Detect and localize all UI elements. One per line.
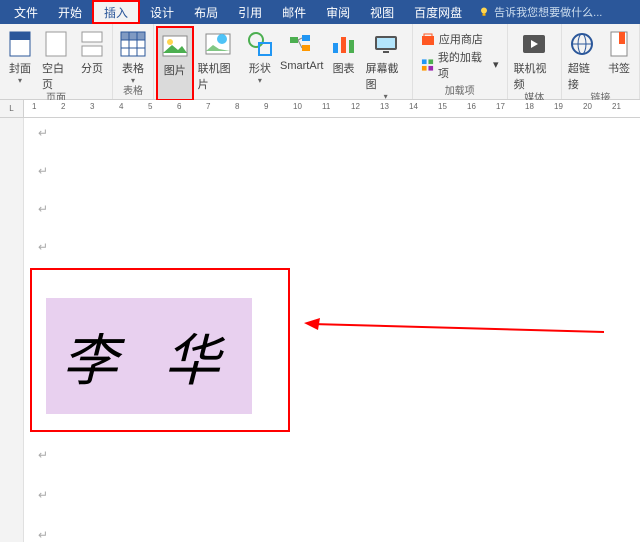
- ruler-tick: 12: [351, 102, 360, 111]
- ruler-tick: 7: [206, 102, 210, 111]
- hyperlink-icon: [568, 30, 596, 58]
- bookmark-icon: [605, 30, 633, 58]
- chart-icon: [330, 30, 358, 58]
- ruler-horizontal: L 123456789101112131415161718192021: [0, 100, 640, 118]
- menu-review[interactable]: 审阅: [316, 0, 360, 24]
- dropdown-caret-icon: ▾: [493, 58, 499, 71]
- dropdown-caret-icon: ▾: [131, 76, 135, 85]
- lightbulb-icon: [478, 6, 490, 18]
- group-label-addins: 加载项: [445, 85, 475, 99]
- ruler-tick: 15: [438, 102, 447, 111]
- picture-icon: [161, 32, 189, 60]
- paragraph-mark: ↵: [38, 240, 626, 254]
- document-page[interactable]: ↵ ↵ ↵ ↵ ↵ ↵ ↵ 李 华: [24, 118, 640, 542]
- online-video-button[interactable]: 联机视频: [510, 26, 559, 92]
- addins-icon: [421, 58, 434, 72]
- table-button[interactable]: 表格▾: [115, 26, 151, 85]
- menu-design[interactable]: 设计: [140, 0, 184, 24]
- ribbon: 封面▾ 空白页 分页 页面 表格▾ 表格 图片: [0, 24, 640, 100]
- ruler-tick: 11: [322, 102, 330, 111]
- menu-baidu[interactable]: 百度网盘: [404, 0, 472, 24]
- group-media: 联机视频 媒体: [508, 24, 562, 99]
- menu-bar: 文件 开始 插入 设计 布局 引用 邮件 审阅 视图 百度网盘 告诉我您想要做什…: [0, 0, 640, 24]
- group-tables: 表格▾ 表格: [113, 24, 154, 99]
- store-icon: [421, 32, 435, 46]
- my-addins-button[interactable]: 我的加载项 ▾: [421, 49, 499, 81]
- ruler-tick: 5: [148, 102, 152, 111]
- dropdown-caret-icon: ▾: [258, 76, 262, 85]
- hyperlink-button[interactable]: 超链接: [564, 26, 601, 92]
- paragraph-mark: ↵: [38, 528, 48, 542]
- group-links: 超链接 书签 链接: [562, 24, 640, 99]
- online-picture-icon: [204, 30, 232, 58]
- table-icon: [119, 30, 147, 58]
- ruler-tick: 8: [235, 102, 239, 111]
- document-area: ↵ ↵ ↵ ↵ ↵ ↵ ↵ 李 华: [0, 118, 640, 542]
- ruler-tick: 9: [264, 102, 268, 111]
- ruler-vertical: [0, 118, 24, 542]
- menu-home[interactable]: 开始: [48, 0, 92, 24]
- ruler-tick: 1: [32, 102, 36, 111]
- ruler-tick: 21: [612, 102, 621, 111]
- app-store-button[interactable]: 应用商店: [421, 31, 499, 47]
- signature-image[interactable]: 李 华: [46, 298, 252, 414]
- blank-page-button[interactable]: 空白页: [38, 26, 74, 92]
- paragraph-mark: ↵: [38, 448, 48, 462]
- ruler-tick: 4: [119, 102, 123, 111]
- online-picture-button[interactable]: 联机图片: [194, 26, 242, 101]
- inserted-image-highlight: 李 华: [30, 268, 290, 432]
- ruler-corner: L: [0, 100, 24, 117]
- annotation-arrow-icon: [304, 318, 604, 338]
- menu-insert[interactable]: 插入: [92, 0, 140, 24]
- menu-file[interactable]: 文件: [4, 0, 48, 24]
- paragraph-mark: ↵: [38, 202, 626, 216]
- ruler-tick: 2: [61, 102, 65, 111]
- page-break-icon: [78, 30, 106, 58]
- ruler-tick: 18: [525, 102, 534, 111]
- menu-view[interactable]: 视图: [360, 0, 404, 24]
- bookmark-button[interactable]: 书签: [601, 26, 637, 92]
- group-illustrations: 图片 联机图片 形状▾ SmartArt 图表 屏幕截图▾: [154, 24, 413, 99]
- ruler-tick: 10: [293, 102, 302, 111]
- smartart-icon: [288, 30, 316, 58]
- tell-me-text: 告诉我您想要做什么...: [494, 4, 602, 20]
- shapes-icon: [246, 30, 274, 58]
- paragraph-mark: ↵: [38, 126, 626, 140]
- cover-page-button[interactable]: 封面▾: [2, 26, 38, 92]
- video-icon: [520, 30, 548, 58]
- screenshot-icon: [372, 30, 400, 58]
- shapes-button[interactable]: 形状▾: [242, 26, 278, 101]
- menu-mail[interactable]: 邮件: [272, 0, 316, 24]
- ruler-tick: 13: [380, 102, 389, 111]
- ruler-tick: 17: [496, 102, 505, 111]
- ruler-tick: 14: [409, 102, 418, 111]
- dropdown-caret-icon: ▾: [18, 76, 22, 85]
- blank-page-icon: [42, 30, 70, 58]
- page-break-button[interactable]: 分页: [74, 26, 110, 92]
- cover-page-icon: [6, 30, 34, 58]
- chart-button[interactable]: 图表: [326, 26, 362, 101]
- paragraph-mark: ↵: [38, 164, 626, 178]
- tell-me-search[interactable]: 告诉我您想要做什么...: [472, 4, 608, 20]
- ruler-tick: 20: [583, 102, 592, 111]
- group-label-tables: 表格: [123, 85, 143, 99]
- menu-references[interactable]: 引用: [228, 0, 272, 24]
- paragraph-mark: ↵: [38, 488, 48, 502]
- picture-button[interactable]: 图片: [156, 26, 194, 101]
- group-addins: 应用商店 我的加载项 ▾ 加载项: [413, 24, 508, 99]
- menu-layout[interactable]: 布局: [184, 0, 228, 24]
- group-pages: 封面▾ 空白页 分页 页面: [0, 24, 113, 99]
- ruler-tick: 3: [90, 102, 94, 111]
- ruler-tick: 16: [467, 102, 476, 111]
- screenshot-button[interactable]: 屏幕截图▾: [362, 26, 410, 101]
- ruler-tick: 6: [177, 102, 181, 111]
- smartart-button[interactable]: SmartArt: [278, 26, 326, 101]
- ruler-tick: 19: [554, 102, 563, 111]
